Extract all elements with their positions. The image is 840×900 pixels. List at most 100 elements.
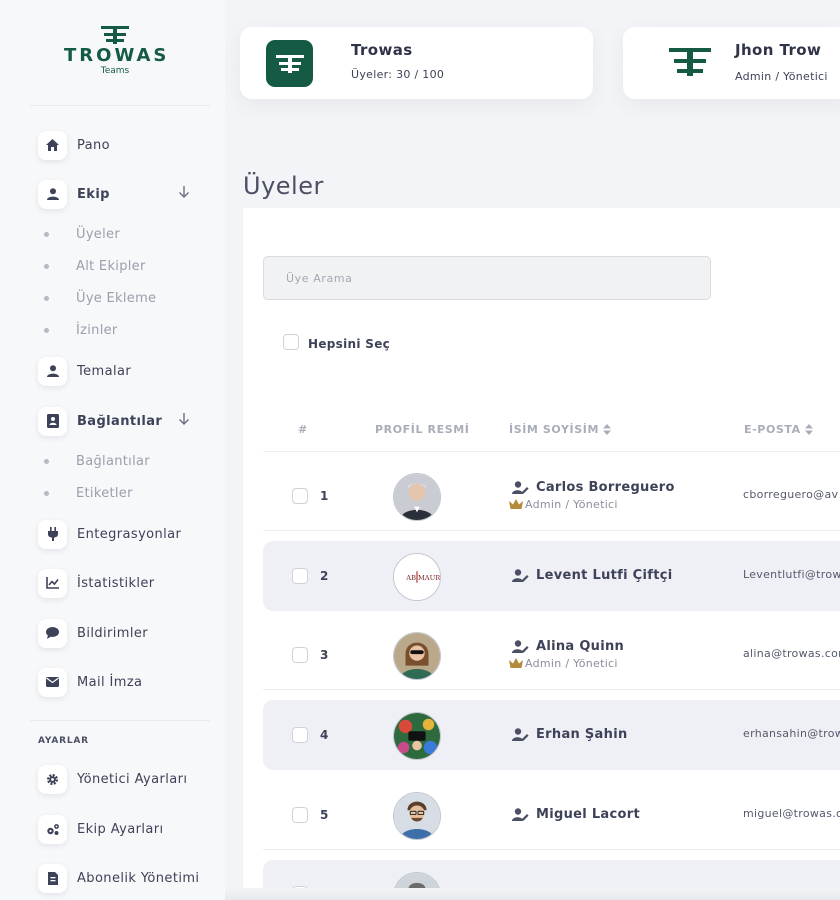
row-number: 5 <box>320 808 329 822</box>
table-row[interactable]: 4 Erhan Şahin erhansahin@trow <box>263 700 840 770</box>
table-row[interactable]: 5 Miguel Lacort miguel@trowas.c <box>263 780 840 850</box>
sidebar-subitem-alt-ekipler[interactable]: Alt Ekipler <box>44 257 146 275</box>
team-card[interactable]: Trowas Üyeler: 30 / 100 <box>240 27 593 99</box>
user-icon <box>38 356 67 386</box>
member-role: Admin / Yönetici <box>509 657 618 670</box>
sidebar-item-bildirimler[interactable]: Bildirimler <box>38 618 148 648</box>
sidebar-item-label: Mail İmza <box>77 674 143 690</box>
sidebar-subitem-label: Üye Ekleme <box>76 290 157 306</box>
bullet-dot <box>44 458 49 464</box>
user-edit-icon <box>512 728 529 741</box>
user-edit-icon <box>512 808 529 821</box>
trowas-logo[interactable]: TROWAS Teams <box>64 26 166 76</box>
column-header-email[interactable]: E-POSTA <box>744 423 813 436</box>
bullet-dot <box>44 295 49 301</box>
chat-bubble-icon <box>38 618 67 648</box>
sidebar-item-label: Yönetici Ayarları <box>77 771 188 787</box>
settings-section-title: AYARLAR <box>38 736 89 746</box>
sidebar-item-baglantilar[interactable]: Bağlantılar <box>38 406 198 436</box>
arrow-down-icon[interactable] <box>178 412 190 426</box>
sidebar-item-istatistikler[interactable]: İstatistikler <box>38 568 155 598</box>
table-row[interactable]: 1 Carlos Borreguero Admin / Yönetici cbo… <box>263 461 840 531</box>
member-email[interactable]: alina@trowas.cor <box>743 647 840 660</box>
user-edit-icon <box>512 569 529 582</box>
sidebar-item-ekip-ayarlari[interactable]: Ekip Ayarları <box>38 814 164 844</box>
row-checkbox[interactable] <box>292 727 308 743</box>
sidebar-subitem-etiketler[interactable]: Etiketler <box>44 484 133 502</box>
team-logo-icon <box>266 40 313 87</box>
team-member-count: Üyeler: 30 / 100 <box>351 68 445 81</box>
sidebar-item-mail-imza[interactable]: Mail İmza <box>38 667 142 697</box>
member-email[interactable]: miguel@trowas.c <box>743 807 840 820</box>
sidebar-subitem-label: Üyeler <box>76 226 120 242</box>
member-email[interactable]: erhansahin@trow <box>743 727 840 740</box>
user-edit-icon <box>512 481 529 494</box>
trowas-logo-mark-icon <box>101 26 129 44</box>
user-avatar-logo-icon <box>669 48 711 76</box>
sidebar-subitem-label: İzinler <box>76 322 118 338</box>
row-checkbox[interactable] <box>292 807 308 823</box>
member-search-input[interactable] <box>263 256 711 300</box>
sidebar-subitem-label: Bağlantılar <box>76 453 150 469</box>
svg-text:AB: AB <box>405 574 416 582</box>
home-icon <box>38 130 67 160</box>
row-checkbox[interactable] <box>292 488 308 504</box>
avatar[interactable]: ABMAURI <box>393 553 441 601</box>
sidebar-item-label: Ekip <box>77 186 110 202</box>
sidebar: TROWAS Teams Pano Ekip Üyeler Alt Ekiple… <box>0 0 225 900</box>
avatar[interactable] <box>393 473 441 521</box>
select-all-checkbox[interactable] <box>283 334 299 350</box>
brand-subtitle: Teams <box>100 66 130 76</box>
arrow-down-icon[interactable] <box>178 185 190 199</box>
avatar[interactable] <box>393 792 441 840</box>
member-role: Admin / Yönetici <box>509 498 618 511</box>
gear-icon <box>38 764 67 794</box>
sidebar-item-label: Temalar <box>77 363 132 379</box>
avatar[interactable] <box>393 632 441 680</box>
table-row[interactable]: 2 ABMAURI Levent Lutfi Çiftçi Leventlutf… <box>263 541 840 611</box>
avatar[interactable] <box>393 712 441 760</box>
bullet-dot <box>44 263 49 269</box>
bullet-dot <box>44 231 49 237</box>
gears-icon <box>38 814 67 844</box>
crown-icon <box>509 499 523 509</box>
sidebar-subitem-izinler[interactable]: İzinler <box>44 321 118 339</box>
select-all-label: Hepsini Seç <box>308 337 391 351</box>
row-checkbox[interactable] <box>292 568 308 584</box>
column-header-name[interactable]: İSİM SOYİSİM <box>509 423 611 436</box>
table-row[interactable]: 3 Alina Quinn Admin / Yönetici alina@tro… <box>263 620 840 690</box>
bullet-dot <box>44 327 49 333</box>
sidebar-item-ekip[interactable]: Ekip <box>38 179 198 209</box>
sidebar-item-label: Entegrasyonlar <box>77 526 182 542</box>
sidebar-item-label: İstatistikler <box>77 575 155 591</box>
member-email[interactable]: cborreguero@av <box>743 488 840 501</box>
row-checkbox[interactable] <box>292 647 308 663</box>
plug-icon <box>38 519 67 549</box>
member-name: Levent Lutfi Çiftçi <box>536 568 673 583</box>
bottom-shadow <box>225 888 840 900</box>
member-email[interactable]: Leventlutfi@trow <box>743 568 840 581</box>
sidebar-item-label: Bağlantılar <box>77 413 163 429</box>
member-name: Alina Quinn <box>536 639 625 654</box>
sort-icon[interactable] <box>603 424 611 435</box>
sidebar-divider <box>30 720 210 721</box>
sidebar-item-entegrasyonlar[interactable]: Entegrasyonlar <box>38 519 181 549</box>
sort-icon[interactable] <box>804 424 813 435</box>
sidebar-item-yonetici-ayarlari[interactable]: Yönetici Ayarları <box>38 764 187 794</box>
chart-icon <box>38 568 67 598</box>
sidebar-item-temalar[interactable]: Temalar <box>38 356 131 386</box>
sidebar-item-abonelik-yonetimi[interactable]: Abonelik Yönetimi <box>38 863 199 893</box>
page-title: Üyeler <box>243 172 324 200</box>
sidebar-item-pano[interactable]: Pano <box>38 130 110 160</box>
user-name: Jhon Trow <box>735 41 822 59</box>
user-card[interactable]: Jhon Trow Admin / Yönetici <box>623 27 840 99</box>
user-icon <box>38 179 67 209</box>
row-number: 2 <box>320 569 329 583</box>
row-number: 1 <box>320 489 329 503</box>
sidebar-subitem-baglantilar[interactable]: Bağlantılar <box>44 452 150 470</box>
sidebar-subitem-uyeler[interactable]: Üyeler <box>44 225 120 243</box>
table-header-divider <box>263 451 840 452</box>
sidebar-subitem-uye-ekleme[interactable]: Üye Ekleme <box>44 289 156 307</box>
sidebar-item-label: Abonelik Yönetimi <box>77 870 200 886</box>
sidebar-divider <box>30 105 210 106</box>
